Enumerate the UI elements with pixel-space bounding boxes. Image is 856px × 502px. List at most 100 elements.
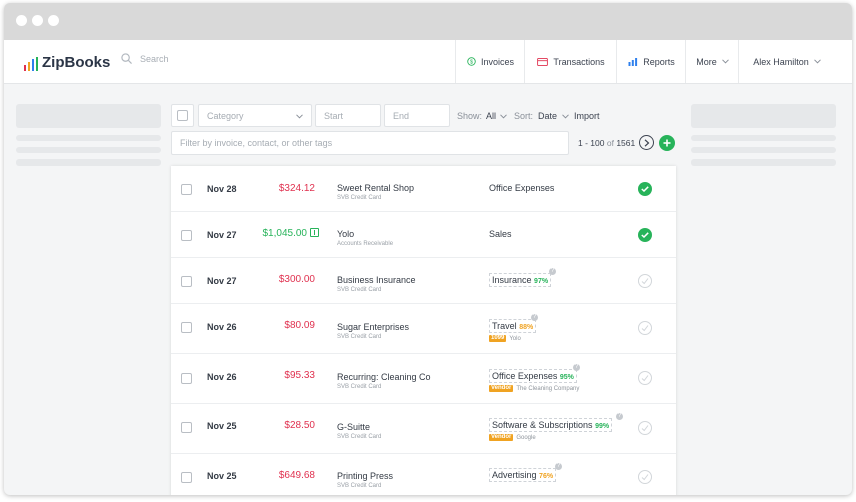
help-icon[interactable]: ? <box>531 314 538 321</box>
transaction-date: Nov 28 <box>207 184 237 194</box>
add-transaction-button[interactable] <box>659 135 675 151</box>
row-checkbox[interactable] <box>181 422 192 433</box>
start-date-input[interactable]: Start <box>315 104 381 127</box>
status-review-button[interactable] <box>638 470 652 484</box>
category-name: Advertising <box>492 470 537 480</box>
logo-bars-icon <box>24 57 38 71</box>
category-name: Insurance <box>492 275 532 285</box>
invoice-icon: $ <box>467 57 476 66</box>
confidence-score: 88% <box>519 324 534 331</box>
checkmark-outline-icon <box>641 425 649 432</box>
transactions-icon <box>537 57 549 66</box>
transaction-date: Nov 26 <box>207 372 237 382</box>
transaction-amount: $80.09 <box>284 320 315 331</box>
end-date-input[interactable]: End <box>384 104 450 127</box>
select-all-checkbox-wrapper[interactable] <box>171 104 194 127</box>
left-skeleton-line <box>16 135 161 141</box>
status-review-button[interactable] <box>638 421 652 435</box>
checkmark-outline-icon <box>641 278 649 285</box>
transaction-category-suggestion[interactable]: Software & Subscriptions 99% <box>489 418 613 432</box>
chevron-down-icon <box>813 59 821 64</box>
transaction-account: SVB Credit Card <box>337 195 382 201</box>
transaction-category[interactable]: Sales <box>489 229 512 239</box>
sort-label: Sort: <box>514 111 534 121</box>
left-skeleton-line <box>16 147 161 153</box>
transactions-list: Nov 28 $324.12 Sweet Rental Shop SVB Cre… <box>171 166 676 495</box>
transaction-category-suggestion[interactable]: Insurance 97% <box>489 273 552 287</box>
row-checkbox[interactable] <box>181 322 192 333</box>
transaction-row[interactable]: Nov 25 $649.68 Printing Press SVB Credit… <box>171 454 676 495</box>
status-review-button[interactable] <box>638 321 652 335</box>
import-button[interactable]: Import <box>574 111 600 121</box>
row-checkbox[interactable] <box>181 472 192 483</box>
status-review-button[interactable] <box>638 371 652 385</box>
checkmark-outline-icon <box>641 474 649 481</box>
chevron-down-icon <box>721 59 729 64</box>
select-all-checkbox[interactable] <box>177 110 188 121</box>
row-checkbox[interactable] <box>181 184 192 195</box>
window-control-dot[interactable] <box>32 15 43 26</box>
window-titlebar <box>4 3 852 40</box>
filter-tags-input[interactable]: Filter by invoice, contact, or other tag… <box>171 131 569 155</box>
row-tag: Vendor Google <box>489 434 536 441</box>
tag-badge: Vendor <box>489 385 514 392</box>
transaction-row[interactable]: Nov 27 $1,045.00 Yolo Accounts Receivabl… <box>171 212 676 258</box>
transaction-row[interactable]: Nov 27 $300.00 Business Insurance SVB Cr… <box>171 258 676 304</box>
transaction-row[interactable]: Nov 26 $80.09 Sugar Enterprises SVB Cred… <box>171 304 676 354</box>
category-select[interactable]: Category <box>198 104 312 127</box>
checkmark-icon <box>641 186 649 192</box>
zipbooks-logo[interactable]: ZipBooks <box>24 51 110 71</box>
transaction-row[interactable]: Nov 25 $28.50 G-Suitte SVB Credit Card S… <box>171 404 676 454</box>
invoice-icon[interactable] <box>310 228 319 237</box>
transaction-category[interactable]: Office Expenses <box>489 183 554 193</box>
help-icon[interactable]: ? <box>555 463 562 470</box>
row-checkbox[interactable] <box>181 230 192 241</box>
window-control-dot[interactable] <box>16 15 27 26</box>
transaction-category-suggestion[interactable]: Advertising 76% <box>489 468 557 482</box>
tag-value: The Cleaning Company <box>516 385 580 392</box>
next-page-button[interactable] <box>639 135 654 150</box>
tag-badge: Vendor <box>489 434 514 441</box>
transaction-row[interactable]: Nov 28 $324.12 Sweet Rental Shop SVB Cre… <box>171 166 676 212</box>
row-checkbox[interactable] <box>181 276 192 287</box>
sort-dropdown[interactable]: Date <box>538 111 557 121</box>
chevron-down-icon <box>296 114 303 119</box>
show-filter-dropdown[interactable]: All <box>486 111 496 121</box>
row-tag: Vendor The Cleaning Company <box>489 385 579 392</box>
transaction-payee: Recurring: Cleaning Co <box>337 372 431 382</box>
tag-value: Yolo <box>509 335 521 342</box>
transaction-account: SVB Credit Card <box>337 434 382 440</box>
window-control-dot[interactable] <box>48 15 59 26</box>
status-reviewed-button[interactable] <box>638 182 652 196</box>
category-name: Software & Subscriptions <box>492 420 593 430</box>
help-icon[interactable]: ? <box>616 413 623 420</box>
transaction-payee: Sugar Enterprises <box>337 322 410 332</box>
confidence-score: 76% <box>539 473 554 480</box>
transaction-payee: Business Insurance <box>337 275 416 285</box>
transaction-row[interactable]: Nov 26 $95.33 Recurring: Cleaning Co SVB… <box>171 354 676 404</box>
nav-reports[interactable]: Reports <box>616 40 686 83</box>
transaction-category-suggestion[interactable]: Office Expenses 95% <box>489 369 577 383</box>
chart-icon <box>628 58 638 66</box>
search-input[interactable]: Search <box>140 54 169 64</box>
nav-transactions-label: Transactions <box>553 56 605 67</box>
search-box[interactable]: Search <box>121 53 169 64</box>
nav-user-menu[interactable]: Alex Hamilton <box>738 40 835 83</box>
show-label: Show: <box>457 111 483 121</box>
transaction-category-suggestion[interactable]: Travel 88% <box>489 319 537 333</box>
transaction-amount: $649.68 <box>278 470 315 481</box>
help-icon[interactable]: ? <box>573 364 580 371</box>
status-reviewed-button[interactable] <box>638 228 652 242</box>
right-skeleton-line <box>691 147 836 153</box>
transaction-payee: Yolo <box>337 229 355 239</box>
nav-invoices[interactable]: $ Invoices <box>455 40 525 83</box>
help-icon[interactable]: ? <box>549 268 556 275</box>
start-date-placeholder: Start <box>324 110 344 121</box>
status-review-button[interactable] <box>638 274 652 288</box>
row-checkbox[interactable] <box>181 373 192 384</box>
nav-transactions[interactable]: Transactions <box>524 40 617 83</box>
transaction-account: Accounts Receivable <box>337 241 394 247</box>
browser-window: ZipBooks Search $ Invoices Transactions <box>4 3 852 495</box>
transaction-account: SVB Credit Card <box>337 334 382 340</box>
nav-more[interactable]: More <box>685 40 739 83</box>
